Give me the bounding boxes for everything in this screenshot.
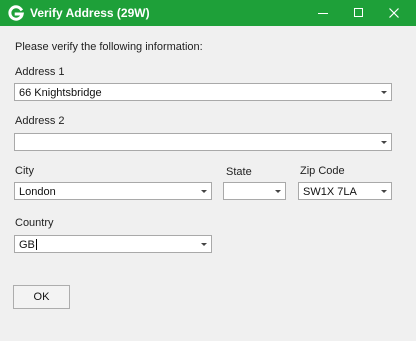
address1-value: 66 Knightsbridge: [19, 87, 102, 99]
title-bar[interactable]: Verify Address (29W): [0, 0, 416, 26]
zip-combobox[interactable]: SW1X 7LA: [298, 182, 392, 200]
country-value-text: GB: [19, 239, 35, 251]
chevron-down-icon[interactable]: [381, 141, 387, 144]
country-combobox[interactable]: GB: [14, 235, 212, 253]
state-combobox[interactable]: [223, 182, 286, 200]
minimize-button[interactable]: [306, 0, 340, 26]
chevron-down-icon[interactable]: [381, 190, 387, 193]
address1-combobox[interactable]: 66 Knightsbridge: [14, 83, 392, 101]
address2-combobox[interactable]: [14, 133, 392, 151]
g-logo-icon: [8, 5, 24, 21]
text-cursor: [35, 239, 37, 250]
instructions-text: Please verify the following information:: [15, 41, 203, 53]
ok-button-label: OK: [33, 291, 50, 303]
close-icon: [389, 8, 399, 18]
address1-label: Address 1: [15, 66, 65, 78]
window-title: Verify Address (29W): [30, 6, 150, 20]
maximize-button[interactable]: [342, 0, 376, 26]
city-combobox[interactable]: London: [14, 182, 212, 200]
zip-value: SW1X 7LA: [303, 186, 357, 198]
verify-address-dialog: Verify Address (29W) Please verify the f…: [0, 0, 416, 341]
country-value: GB: [19, 239, 37, 251]
ok-button[interactable]: OK: [13, 285, 70, 309]
chevron-down-icon[interactable]: [201, 190, 207, 193]
country-label: Country: [15, 217, 54, 229]
city-label: City: [15, 165, 34, 177]
state-label: State: [226, 166, 252, 178]
minimize-icon: [318, 13, 328, 14]
close-button[interactable]: [377, 0, 411, 26]
chevron-down-icon[interactable]: [381, 91, 387, 94]
maximize-icon: [354, 8, 363, 17]
chevron-down-icon[interactable]: [201, 243, 207, 246]
address2-label: Address 2: [15, 115, 65, 127]
chevron-down-icon[interactable]: [275, 190, 281, 193]
city-value: London: [19, 186, 56, 198]
zip-label: Zip Code: [300, 165, 345, 177]
